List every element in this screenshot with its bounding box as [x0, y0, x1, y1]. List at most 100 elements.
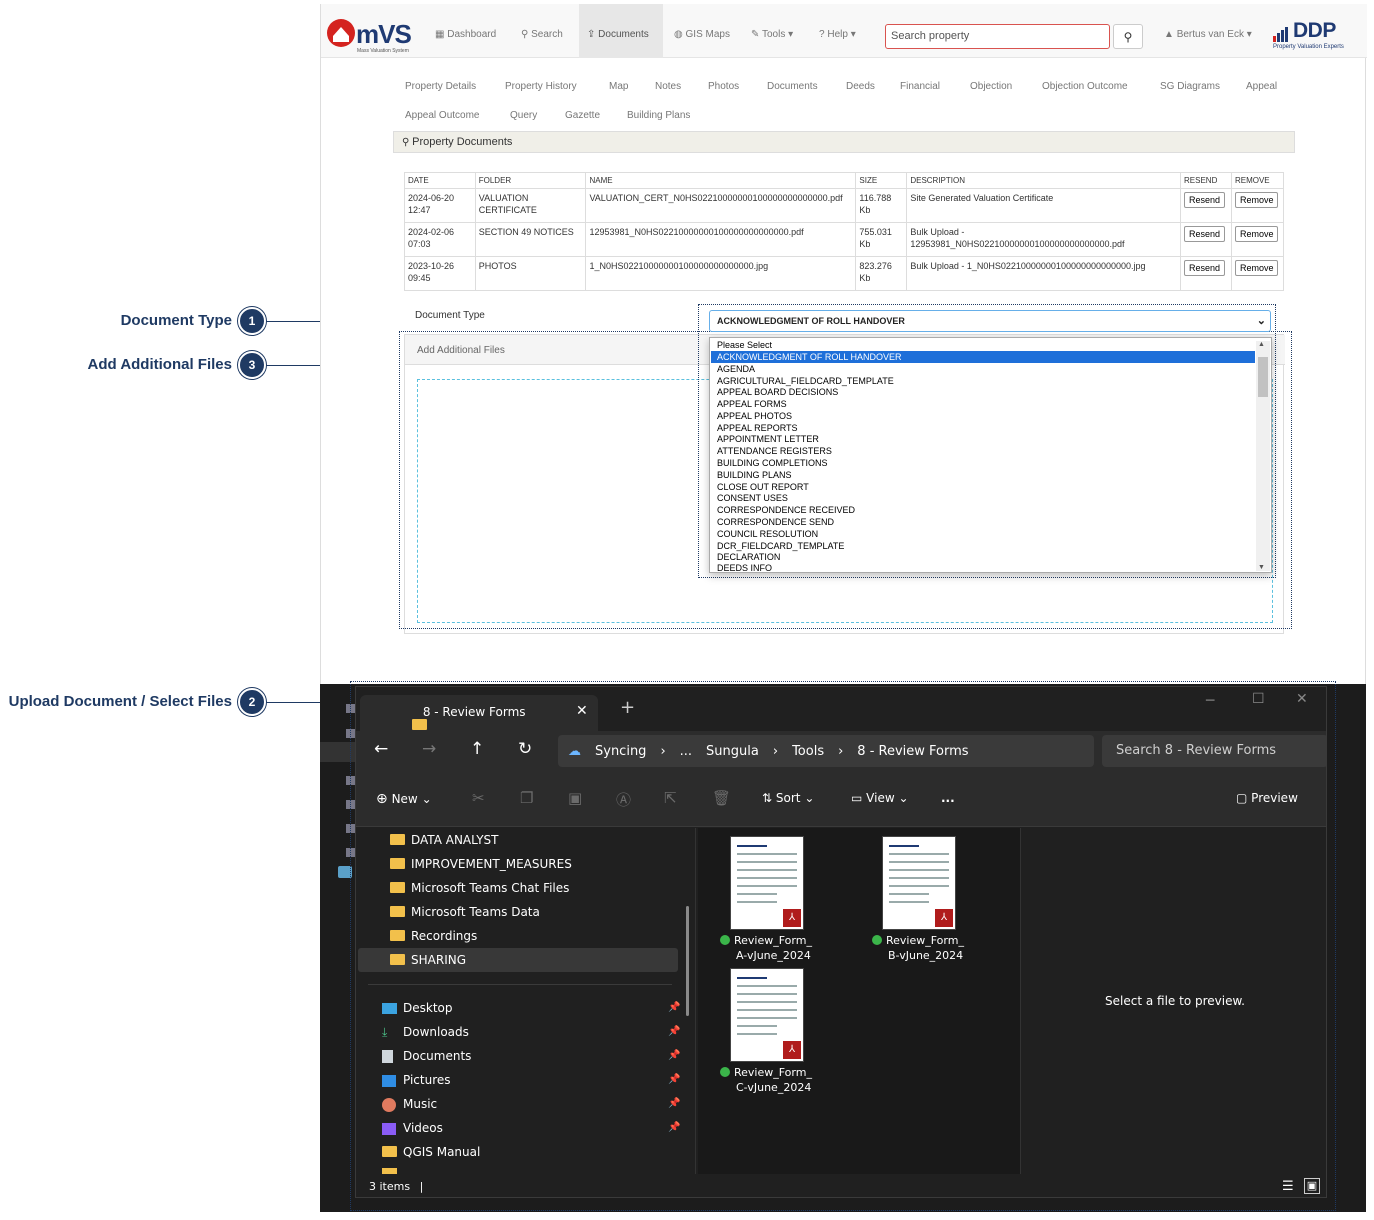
pin-icon[interactable]: 📌	[668, 1002, 680, 1013]
nav-tools[interactable]: ✎ Tools ▾	[743, 4, 801, 58]
tab-notes[interactable]: Notes	[655, 81, 681, 92]
file-thumbnail[interactable]: ⅄	[730, 968, 804, 1062]
maximize-icon[interactable]: ☐	[1252, 691, 1265, 707]
resend-button[interactable]: Resend	[1184, 260, 1226, 276]
paste-icon[interactable]: ▣	[568, 789, 582, 807]
document-type-select[interactable]: ACKNOWLEDGMENT OF ROLL HANDOVER ⌄	[709, 310, 1271, 332]
view-button[interactable]: ▭ View ⌄	[851, 791, 909, 805]
nav-help[interactable]: ? Help ▾	[811, 4, 864, 58]
tab-photos[interactable]: Photos	[708, 81, 739, 92]
tab-appeal-outcome[interactable]: Appeal Outcome	[405, 110, 480, 121]
dropdown-option[interactable]: CORRESPONDENCE RECEIVED	[711, 504, 1255, 516]
nav-folder-recordings[interactable]: Recordings	[390, 924, 477, 948]
refresh-icon[interactable]: ↻	[518, 739, 532, 759]
dropdown-option[interactable]: APPEAL BOARD DECISIONS	[711, 386, 1255, 398]
navpane-scrollbar[interactable]	[686, 906, 689, 1016]
file-thumbnail[interactable]: ⅄	[730, 836, 804, 930]
copy-icon[interactable]: ❐	[520, 789, 533, 807]
tab-map[interactable]: Map	[609, 81, 628, 92]
tab-financial[interactable]: Financial	[900, 81, 940, 92]
new-button[interactable]: ⊕ New ⌄	[376, 791, 432, 807]
sort-button[interactable]: ⇅ Sort ⌄	[762, 791, 814, 805]
dropdown-option[interactable]: ATTENDANCE REGISTERS	[711, 445, 1255, 457]
nav-documents[interactable]: ⇪ Documents	[579, 4, 663, 58]
remove-button[interactable]: Remove	[1234, 226, 1279, 242]
tab-documents[interactable]: Documents	[767, 81, 818, 92]
dropdown-option[interactable]: Please Select	[711, 339, 1255, 351]
scrollbar-thumb[interactable]	[1258, 357, 1268, 397]
remove-button[interactable]: Remove	[1234, 192, 1279, 208]
breadcrumb-sungula[interactable]: Sungula	[706, 744, 759, 759]
file-name[interactable]: Review_Form_ A-vJune_2024	[720, 933, 812, 963]
quick-access-pictures[interactable]: Pictures	[382, 1068, 451, 1092]
delete-icon[interactable]: 🗑	[712, 789, 731, 807]
pin-icon[interactable]: 📌	[668, 1122, 680, 1133]
dropdown-option[interactable]: DEEDS INFO	[711, 563, 1255, 573]
new-tab-icon[interactable]: +	[620, 697, 635, 718]
quick-access-documents[interactable]: Documents	[382, 1044, 471, 1068]
dropdown-option[interactable]: CONSENT USES	[711, 492, 1255, 504]
cut-icon[interactable]: ✂	[472, 789, 485, 807]
explorer-search-input[interactable]: Search 8 - Review Forms	[1102, 735, 1326, 767]
pin-icon[interactable]: 📌	[668, 1026, 680, 1037]
quick-access-music[interactable]: Music	[382, 1092, 437, 1116]
breadcrumb-tools[interactable]: Tools	[792, 744, 824, 759]
pin-icon[interactable]: 📌	[668, 1098, 680, 1109]
dropdown-option[interactable]: APPEAL FORMS	[711, 398, 1255, 410]
close-window-icon[interactable]: ✕	[1296, 691, 1308, 707]
file-thumbnail[interactable]: ⅄	[882, 836, 956, 930]
tab-objection[interactable]: Objection	[970, 81, 1012, 92]
dropdown-option[interactable]: BUILDING COMPLETIONS	[711, 457, 1255, 469]
tab-appeal[interactable]: Appeal	[1246, 81, 1277, 92]
breadcrumb[interactable]: ☁ Syncing › ... Sungula › Tools › 8 - Re…	[558, 735, 1094, 767]
nav-folder-teams-chat-files[interactable]: Microsoft Teams Chat Files	[390, 876, 569, 900]
share-icon[interactable]: ⇱	[664, 789, 677, 807]
file-name[interactable]: Review_Form_ C-vJune_2024	[720, 1065, 812, 1095]
property-search-input[interactable]: Search property	[885, 24, 1110, 49]
preview-button[interactable]: ▢ Preview	[1236, 791, 1298, 805]
file-name[interactable]: Review_Form_ B-vJune_2024	[872, 933, 964, 963]
breadcrumb-more[interactable]: ...	[680, 744, 692, 759]
quick-access-desktop[interactable]: Desktop	[382, 996, 453, 1020]
pin-icon[interactable]: 📌	[668, 1074, 680, 1085]
dropdown-scrollbar[interactable]: ▲ ▼	[1256, 341, 1270, 571]
explorer-tab[interactable]: 8 - Review Forms ✕	[360, 695, 598, 731]
mvs-logo[interactable]: mVS Mass Valuation System	[325, 16, 421, 54]
dropdown-option[interactable]: COUNCIL RESOLUTION	[711, 528, 1255, 540]
quick-access-downloads[interactable]: ⤓ Downloads	[382, 1020, 469, 1044]
dropdown-option[interactable]: DECLARATION	[711, 551, 1255, 563]
tab-property-history[interactable]: Property History	[505, 81, 577, 92]
tab-objection-outcome[interactable]: Objection Outcome	[1042, 81, 1128, 92]
resend-button[interactable]: Resend	[1184, 192, 1226, 208]
pin-icon[interactable]: 📌	[668, 1050, 680, 1061]
remove-button[interactable]: Remove	[1234, 260, 1279, 276]
tab-sg-diagrams[interactable]: SG Diagrams	[1160, 81, 1220, 92]
breadcrumb-review-forms[interactable]: 8 - Review Forms	[857, 744, 968, 759]
back-arrow-icon[interactable]: ←	[374, 739, 388, 759]
rename-icon[interactable]: Ⓐ	[616, 789, 631, 810]
dropdown-option[interactable]: APPEAL PHOTOS	[711, 410, 1255, 422]
user-menu[interactable]: ▲ Bertus van Eck ▾	[1164, 4, 1252, 58]
dropdown-option[interactable]: APPOINTMENT LETTER	[711, 433, 1255, 445]
nav-folder-teams-data[interactable]: Microsoft Teams Data	[390, 900, 540, 924]
up-arrow-icon[interactable]: ↑	[470, 739, 484, 759]
minimize-icon[interactable]: ─	[1206, 693, 1214, 709]
tab-building-plans[interactable]: Building Plans	[627, 110, 690, 121]
forward-arrow-icon[interactable]: →	[422, 739, 436, 759]
tiles-view-icon[interactable]: ▣	[1304, 1178, 1320, 1194]
tab-query[interactable]: Query	[510, 110, 537, 121]
nav-folder-data-analyst[interactable]: DATA ANALYST	[390, 828, 499, 852]
tab-property-details[interactable]: Property Details	[405, 81, 476, 92]
tab-gazette[interactable]: Gazette	[565, 110, 600, 121]
nav-folder-improvement-measures[interactable]: IMPROVEMENT_MEASURES	[390, 852, 572, 876]
details-view-icon[interactable]: ☰	[1282, 1179, 1294, 1194]
quick-access-qgis-manual[interactable]: QGIS Manual	[382, 1140, 480, 1164]
quick-access-videos[interactable]: Videos	[382, 1116, 443, 1140]
breadcrumb-syncing[interactable]: Syncing	[595, 744, 646, 759]
nav-dashboard[interactable]: ▦ Dashboard	[427, 4, 504, 58]
more-options-icon[interactable]: ...	[941, 791, 955, 805]
dropdown-option[interactable]: BUILDING PLANS	[711, 469, 1255, 481]
close-tab-icon[interactable]: ✕	[576, 703, 588, 719]
search-button[interactable]: ⚲	[1113, 24, 1143, 49]
tab-deeds[interactable]: Deeds	[846, 81, 875, 92]
